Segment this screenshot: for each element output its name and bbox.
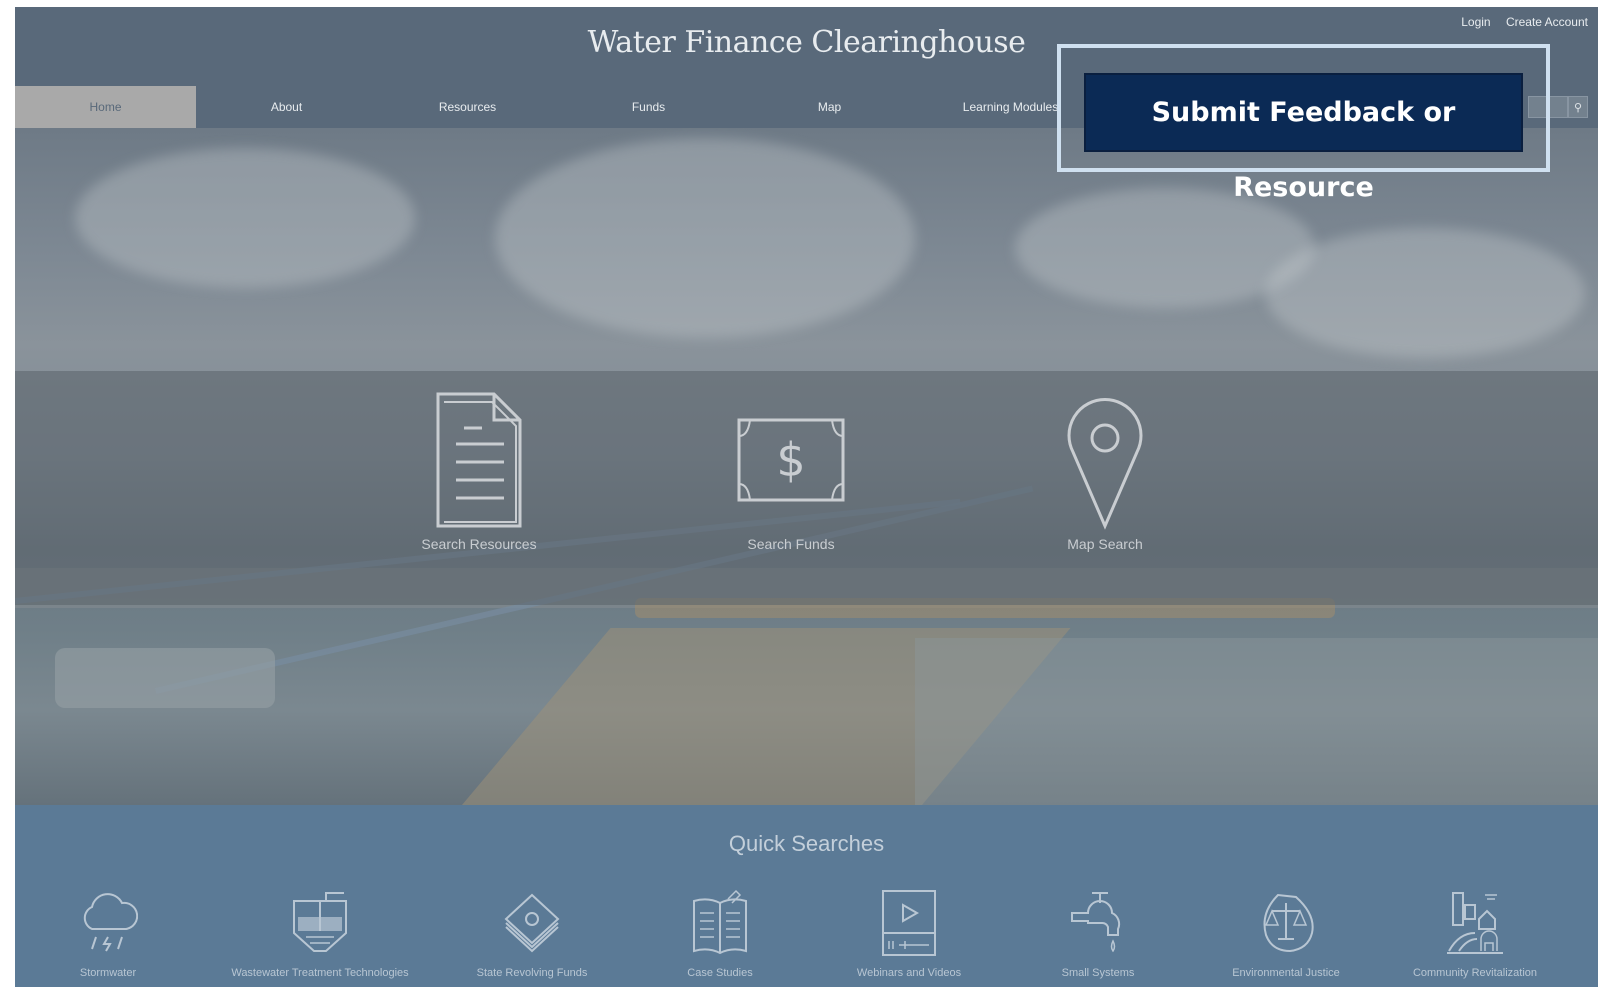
rain-cloud-icon [83, 893, 138, 952]
quick-searches-title: Quick Searches [728, 831, 885, 856]
quick-search-label: Small Systems [1061, 967, 1135, 979]
tile-map-search[interactable]: Map Search [1015, 390, 1195, 552]
quick-search-stormwater[interactable]: Stormwater [15, 889, 203, 979]
quick-search-label: Webinars and Videos [856, 967, 962, 979]
magnifier-icon: ⚲ [1573, 101, 1583, 114]
faucet-icon [1071, 892, 1121, 953]
quick-search-state-revolving-funds[interactable]: State Revolving Funds [437, 889, 627, 979]
tile-label: Map Search [1067, 536, 1143, 552]
svg-text:$: $ [776, 433, 805, 487]
quick-search-community-revitalization[interactable]: Community Revitalization [1380, 889, 1570, 979]
document-icon [436, 392, 522, 528]
tile-search-funds[interactable]: $ Search Funds [701, 390, 881, 552]
open-book-icon [693, 889, 747, 955]
quick-search-case-studies[interactable]: Case Studies [625, 889, 815, 979]
treatment-tank-icon [293, 892, 347, 952]
quick-search-label: Case Studies [687, 967, 753, 979]
map-pin-icon [1067, 398, 1143, 530]
nav-resources[interactable]: Resources [377, 86, 558, 128]
tile-search-resources[interactable]: Search Resources [389, 390, 569, 552]
city-icon [1447, 892, 1503, 954]
nav-home[interactable]: Home [15, 86, 196, 128]
tile-label: Search Resources [421, 536, 537, 552]
page: Water Finance Clearinghouse Login Create… [15, 7, 1598, 987]
quick-search-label: Community Revitalization [1412, 967, 1538, 979]
video-player-icon [882, 890, 936, 956]
quick-search-label: Wastewater Treatment Technologies [231, 967, 409, 979]
nav-about[interactable]: About [196, 86, 377, 128]
quick-search-small-systems[interactable]: Small Systems [1003, 889, 1193, 979]
dollar-bill-icon: $ [737, 418, 845, 502]
account-links: Login Create Account [1449, 15, 1588, 29]
quick-search-webinars-videos[interactable]: Webinars and Videos [814, 889, 1004, 979]
nav-search-button[interactable]: ⚲ [1568, 96, 1588, 118]
tile-label: Search Funds [747, 536, 835, 552]
quick-searches-section: Quick Searches Stormwater Wastewater Tre… [15, 805, 1598, 987]
quick-search-label: State Revolving Funds [476, 967, 588, 979]
quick-search-environmental-justice[interactable]: Environmental Justice [1191, 889, 1381, 979]
hero-section: Search Resources $ Search Funds Map Sear… [15, 128, 1598, 805]
nav-map[interactable]: Map [739, 86, 920, 128]
nav-funds[interactable]: Funds [558, 86, 739, 128]
submit-feedback-button[interactable]: Submit Feedback or Resource [1084, 73, 1523, 203]
login-link[interactable]: Login [1461, 15, 1490, 29]
quick-search-label: Environmental Justice [1232, 967, 1340, 979]
money-stack-icon [504, 893, 560, 953]
quick-search-label: Stormwater [79, 967, 137, 979]
quick-search-wastewater[interactable]: Wastewater Treatment Technologies [225, 889, 415, 979]
create-account-link[interactable]: Create Account [1506, 15, 1588, 29]
scales-icon [1263, 893, 1314, 953]
